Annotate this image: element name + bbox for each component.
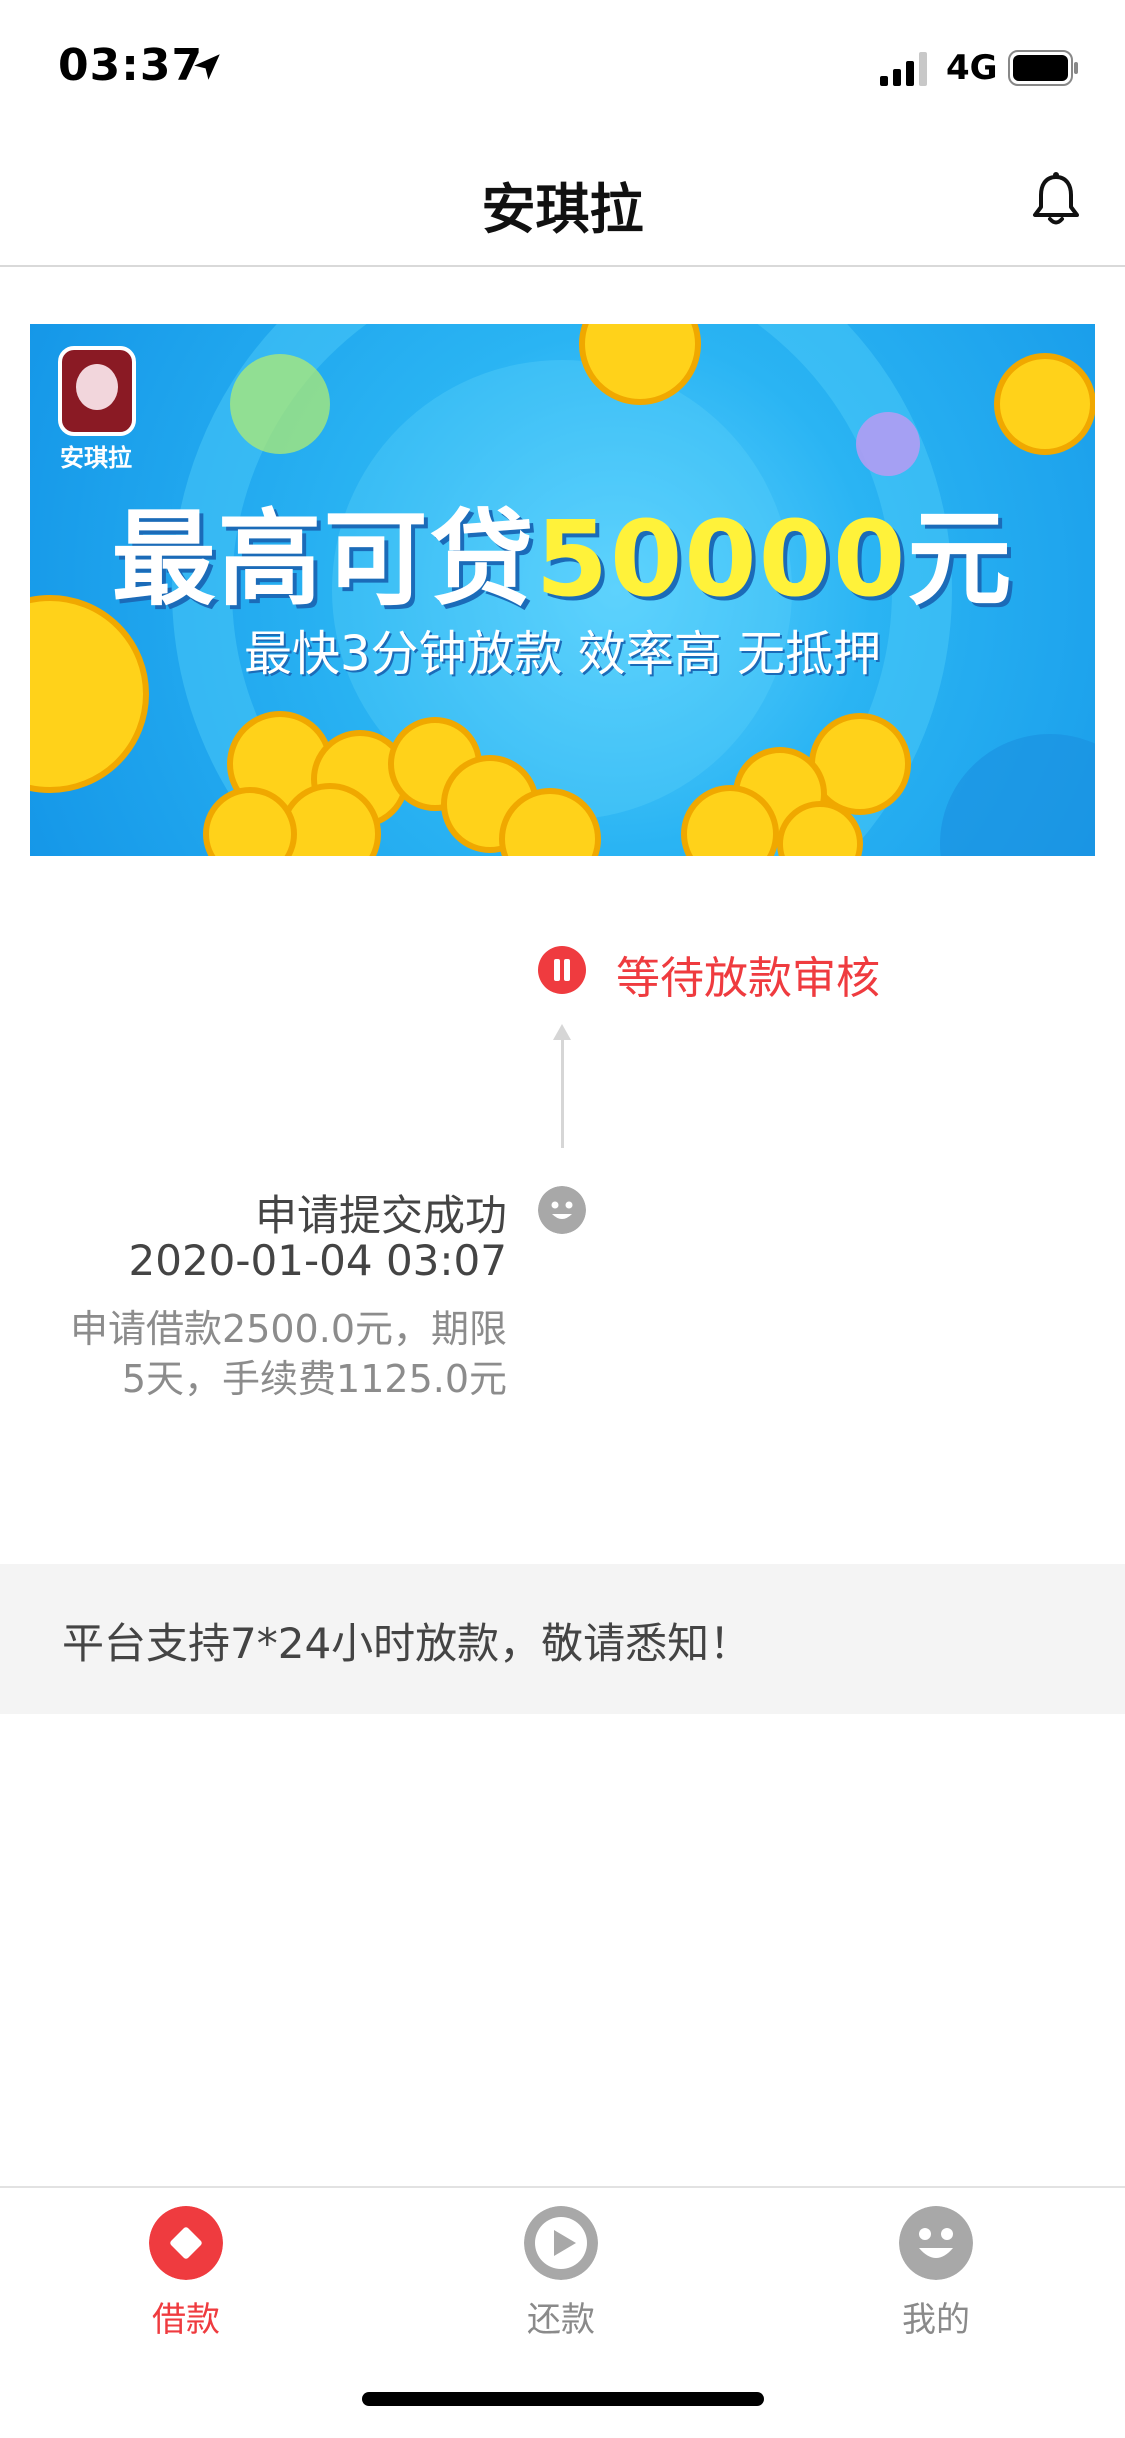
app-logo	[58, 346, 136, 436]
tab-mine[interactable]: 我的	[836, 2206, 1036, 2356]
headline-amount: 50000	[535, 498, 908, 620]
current-step-label: 等待放款审核	[616, 953, 880, 1004]
play-icon	[524, 2206, 598, 2280]
network-type: 4G	[946, 48, 998, 88]
status-time: 03:37	[58, 40, 204, 91]
promo-banner[interactable]: 安琪拉 最高可贷50000元 最快3分钟放款 效率高 无抵押	[30, 324, 1095, 856]
cellular-signal-icon	[880, 52, 927, 86]
tab-borrow[interactable]: 借款	[86, 2206, 286, 2356]
timeline-connector	[561, 1036, 564, 1148]
headline-suffix: 元	[907, 498, 1014, 620]
notice-bar: 平台支持7*24小时放款，敬请悉知！	[0, 1564, 1125, 1714]
tab-repay-label: 还款	[527, 2300, 595, 2340]
notice-text: 平台支持7*24小时放款，敬请悉知！	[62, 1619, 752, 1668]
home-indicator[interactable]	[362, 2392, 764, 2406]
location-arrow-icon	[194, 54, 220, 80]
diamond-icon	[149, 2206, 223, 2280]
smiley-icon	[899, 2206, 973, 2280]
smiley-icon	[538, 1186, 586, 1234]
page-title: 安琪拉	[481, 178, 644, 241]
tab-repay[interactable]: 还款	[461, 2206, 661, 2356]
banner-subline: 最快3分钟放款 效率高 无抵押	[243, 626, 882, 682]
status-bar: 03:37 4G	[0, 0, 1125, 135]
completed-step-title: 申请提交成功	[254, 1191, 507, 1240]
battery-icon	[1008, 50, 1078, 86]
headline-prefix: 最高可贷	[111, 498, 536, 620]
tab-mine-label: 我的	[902, 2300, 970, 2340]
navigation-header: 安琪拉	[0, 135, 1125, 267]
bell-icon[interactable]	[1030, 171, 1082, 227]
banner-headline: 最高可贷50000元	[30, 474, 1095, 625]
completed-step-time: 2020-01-04 03:07	[128, 1236, 507, 1285]
banner-logo-label: 安琪拉	[60, 444, 132, 472]
tab-borrow-label: 借款	[152, 2300, 220, 2340]
completed-step-description: 申请借款2500.0元，期限5天，手续费1125.0元	[70, 1307, 507, 1401]
pause-icon	[538, 946, 586, 994]
